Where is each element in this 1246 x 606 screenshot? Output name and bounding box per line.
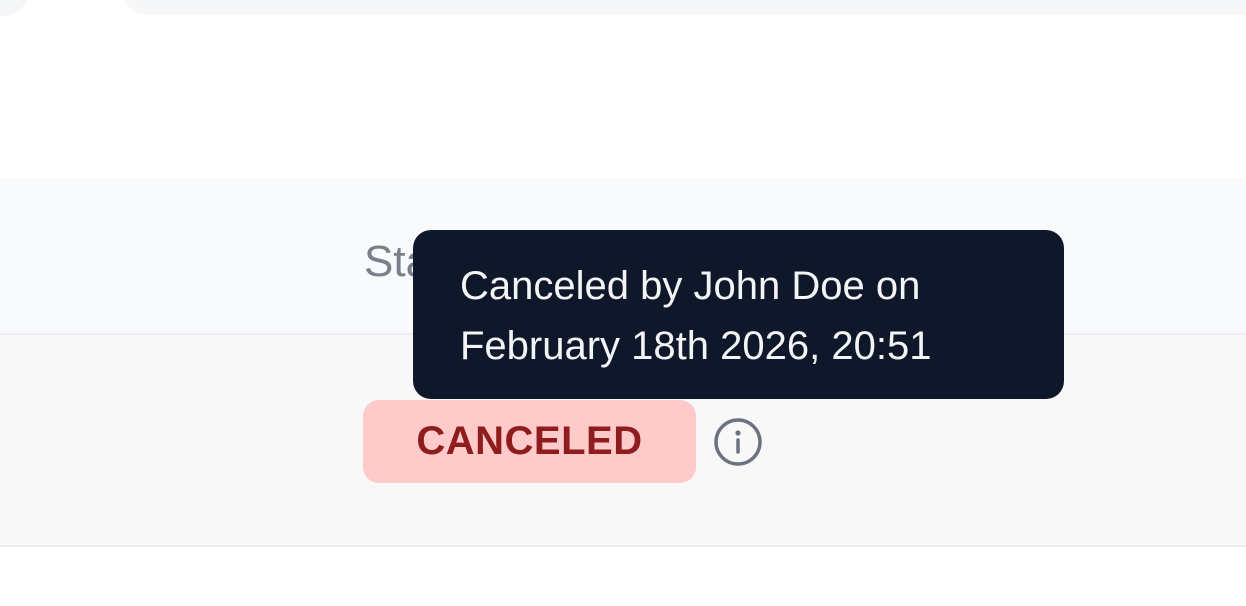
- tooltip-line-1: Canceled by John Doe on: [460, 264, 921, 308]
- status-column-header: Status: [364, 237, 414, 286]
- canceled-tooltip: Canceled by John Doe on February 18th 20…: [413, 230, 1064, 399]
- top-left-element: [0, 0, 28, 16]
- tooltip-line-2: February 18th 2026, 20:51: [460, 324, 932, 368]
- status-badge: CANCELED: [363, 400, 696, 483]
- status-badge-label: CANCELED: [416, 419, 643, 463]
- page: Status CANCELED Canceled by John Doe on …: [0, 0, 1246, 606]
- info-circle-icon[interactable]: [712, 416, 764, 468]
- info-circle-icon-svg: [714, 418, 762, 466]
- top-bar: [124, 0, 1246, 15]
